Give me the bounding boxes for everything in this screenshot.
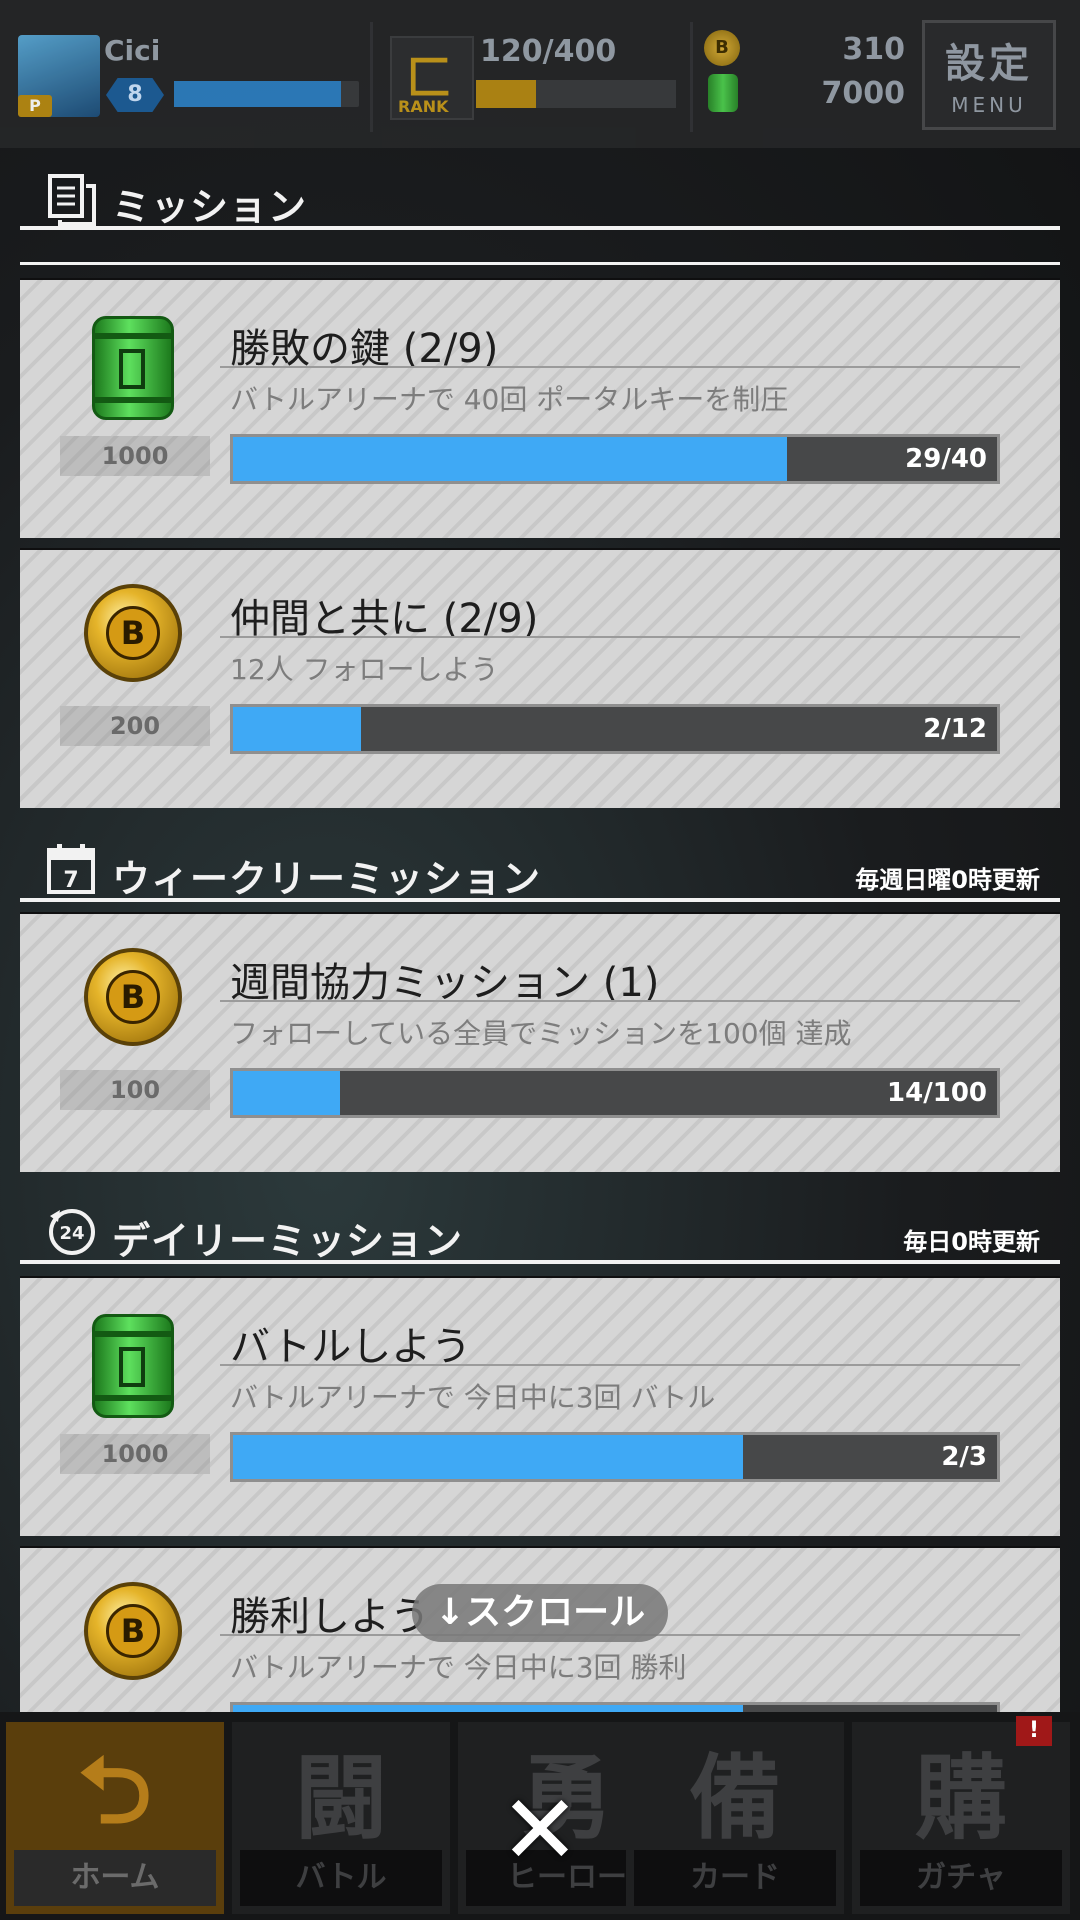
notification-badge: !	[1016, 1716, 1052, 1746]
canister-icon	[708, 74, 738, 112]
player-name: Cici	[104, 34, 161, 67]
coin-icon: B	[84, 584, 182, 684]
mission-card[interactable]: B 100 週間協力ミッション (1) フォローしている全員でミッションを100…	[20, 912, 1060, 1172]
mission-description: バトルアリーナで 40回 ポータルキーを制圧	[230, 383, 789, 416]
nav-label-gacha: ガチャ	[860, 1850, 1062, 1906]
divider	[690, 22, 693, 132]
exp-bar	[174, 81, 359, 107]
battle-icon: 闘	[294, 1745, 387, 1852]
progress-bar: 14/100	[230, 1068, 1000, 1118]
header-underline	[20, 1260, 1060, 1264]
progress-text: 14/100	[887, 1078, 987, 1108]
coin-icon: B	[84, 1582, 182, 1682]
divider	[220, 366, 1020, 368]
close-icon[interactable]: ✕	[490, 1780, 590, 1880]
canister-icon	[92, 316, 182, 420]
weekly-title: ウィークリーミッション	[112, 857, 542, 901]
coin-icon: B	[704, 30, 740, 66]
progress-fill	[233, 1071, 340, 1115]
nav-label-battle: バトル	[240, 1850, 442, 1906]
card-icon: 備	[688, 1745, 781, 1852]
rank-bar-fill	[476, 80, 536, 108]
clock-24-icon: 24	[49, 1209, 95, 1255]
reward-amount: 100	[60, 1070, 210, 1110]
weekly-refresh-note: 毎週日曜0時更新	[855, 866, 1040, 894]
progress-fill	[233, 437, 787, 481]
reward-amount: 1000	[60, 436, 210, 476]
progress-bar: 2/12	[230, 704, 1000, 754]
svg-text:24: 24	[59, 1223, 84, 1244]
progress-fill	[233, 707, 361, 751]
daily-refresh-note: 毎日0時更新	[903, 1228, 1040, 1256]
avatar[interactable]: P	[18, 35, 100, 117]
scroll-hint[interactable]: ↓スクロール	[412, 1584, 668, 1642]
nav-label-card: カード	[634, 1850, 836, 1906]
divider	[20, 262, 1060, 265]
document-icon	[48, 174, 96, 226]
weekly-header: 7 ウィークリーミッション 毎週日曜0時更新	[20, 838, 1060, 904]
nav-label-home: ホーム	[14, 1850, 216, 1906]
avatar-rank-tag: P	[18, 95, 52, 117]
divider	[220, 1364, 1020, 1366]
mission-card[interactable]: 1000 勝敗の鍵 (2/9) バトルアリーナで 40回 ポータルキーを制圧 2…	[20, 278, 1060, 538]
exp-bar-fill	[174, 81, 341, 107]
progress-fill	[233, 1435, 743, 1479]
divider	[370, 22, 373, 132]
missions-title: ミッション	[112, 185, 308, 229]
gems-value: 7000	[821, 76, 906, 111]
progress-text: 2/12	[923, 714, 987, 744]
progress-fill	[233, 1705, 743, 1712]
daily-title: デイリーミッション	[112, 1219, 464, 1263]
status-bar: P Cici 8 匚 RANK 120/400 B 310 7000 設定 ME…	[0, 0, 1080, 148]
mission-description: バトルアリーナで 今日中に3回 バトル	[230, 1381, 716, 1414]
mission-description: フォローしている全員でミッションを100個 達成	[230, 1017, 852, 1050]
progress-bar: 2/3	[230, 1432, 1000, 1482]
canister-icon	[92, 1314, 182, 1418]
header-underline	[20, 898, 1060, 902]
progress-bar	[230, 1702, 1000, 1712]
menu-button[interactable]: 設定 MENU	[922, 20, 1056, 130]
mission-description: 12人 フォローしよう	[230, 653, 499, 686]
missions-header: ミッション	[20, 170, 1060, 230]
nav-tab-card[interactable]: 備 カード	[626, 1722, 844, 1914]
menu-kanji: 設定	[945, 41, 1033, 87]
nav-tab-battle[interactable]: 闘 バトル	[232, 1722, 450, 1914]
menu-label: MENU	[951, 93, 1027, 117]
rank-bar	[476, 80, 676, 108]
divider	[220, 1000, 1020, 1002]
level-badge: 8	[106, 78, 164, 112]
mission-card[interactable]: 1000 バトルしよう バトルアリーナで 今日中に3回 バトル 2/3	[20, 1276, 1060, 1536]
calendar-icon: 7	[47, 844, 95, 894]
header-underline	[20, 226, 1060, 230]
progress-text: 29/40	[905, 444, 987, 474]
rank-icon: 匚 RANK	[390, 36, 474, 120]
coins-value: 310	[842, 32, 905, 67]
reward-amount: 1000	[60, 1434, 210, 1474]
mission-description: バトルアリーナで 今日中に3回 勝利	[230, 1651, 687, 1684]
nav-tab-home[interactable]: ⮌ ホーム	[6, 1722, 224, 1914]
progress-bar: 29/40	[230, 434, 1000, 484]
rank-progress-value: 120/400	[480, 34, 617, 69]
coin-icon: B	[84, 948, 182, 1048]
rank-icon-label: RANK	[398, 97, 449, 116]
svg-text:7: 7	[63, 868, 78, 893]
progress-text: 2/3	[941, 1442, 987, 1472]
reward-amount: 200	[60, 706, 210, 746]
daily-header: 24 デイリーミッション 毎日0時更新	[20, 1200, 1060, 1266]
nav-tab-gacha[interactable]: 購 ガチャ !	[852, 1716, 1070, 1914]
mission-card[interactable]: B 200 仲間と共に (2/9) 12人 フォローしよう 2/12	[20, 548, 1060, 808]
divider	[220, 636, 1020, 638]
